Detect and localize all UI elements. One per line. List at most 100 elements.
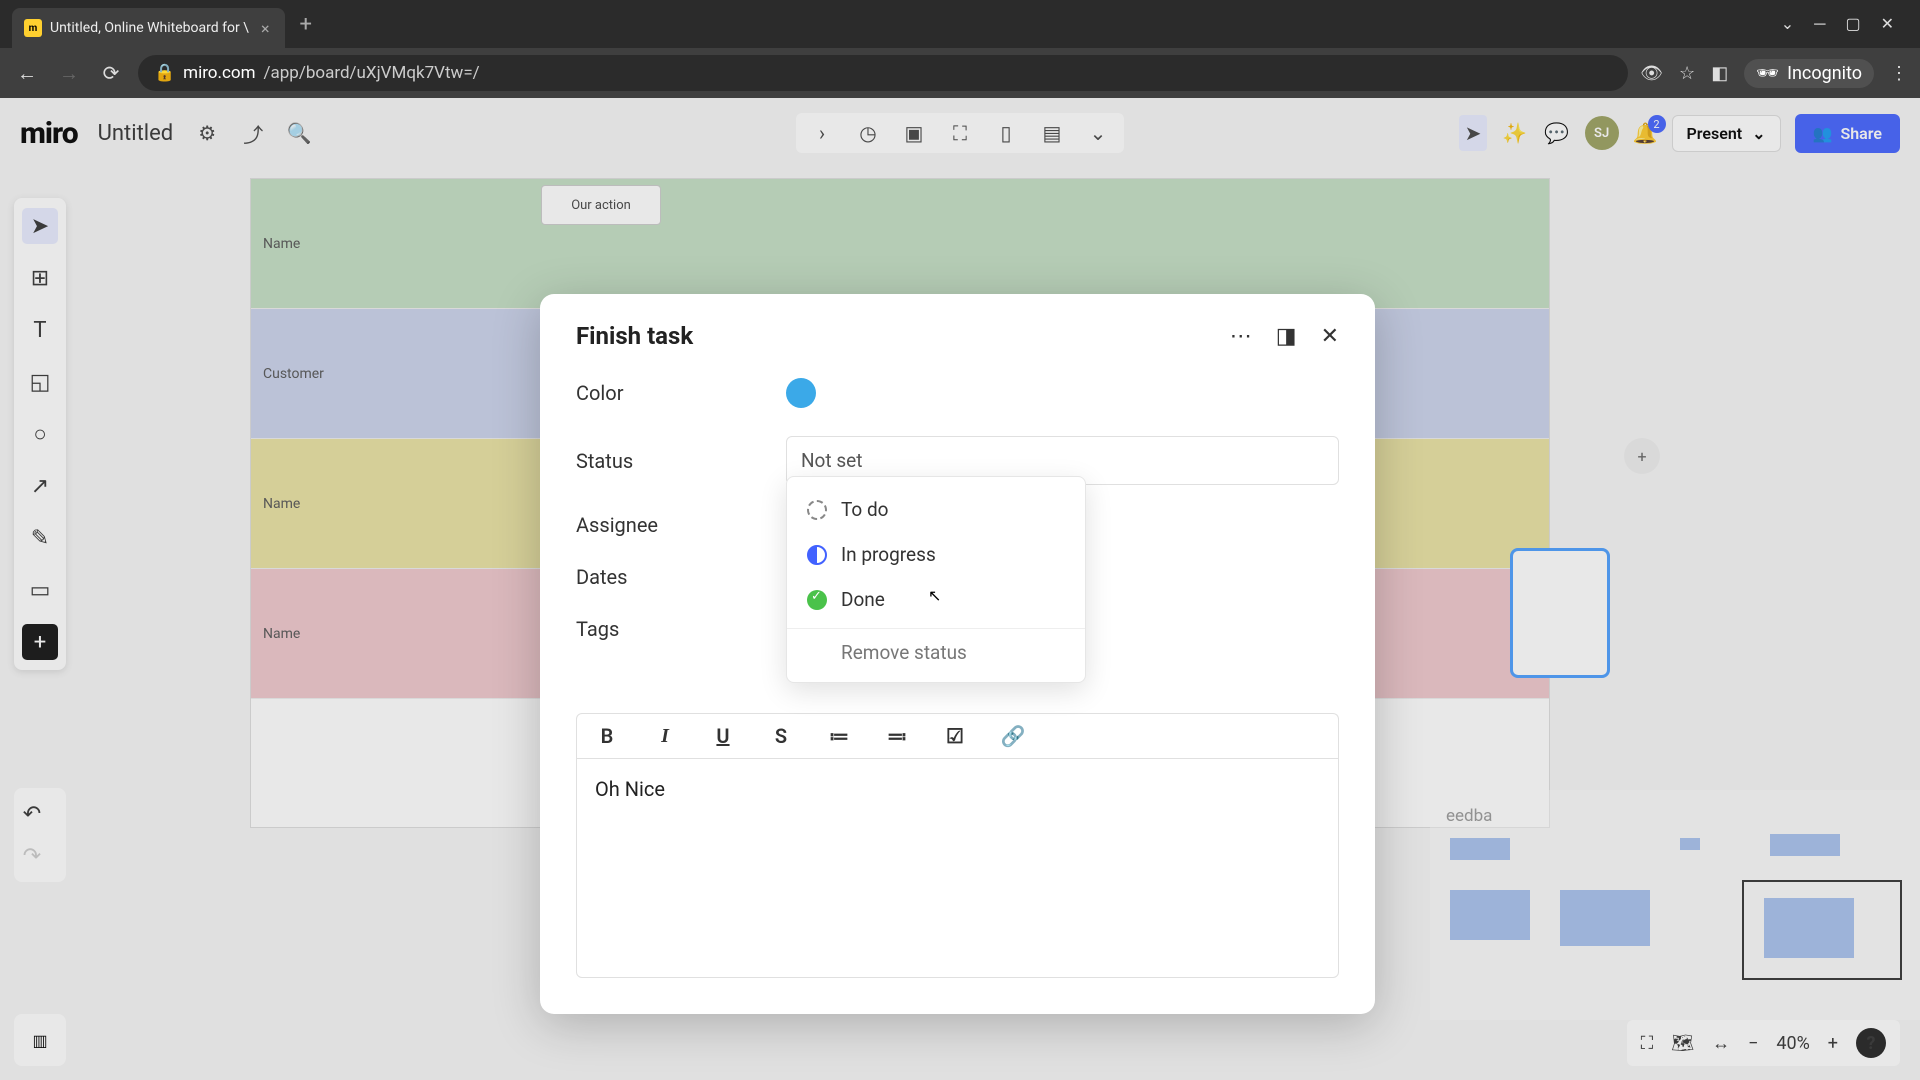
minimap[interactable]: eedba bbox=[1430, 790, 1920, 1020]
tab-title: Untitled, Online Whiteboard for \ bbox=[50, 20, 249, 36]
more-options-icon[interactable]: ⋯ bbox=[1230, 324, 1252, 349]
italic-button[interactable]: I bbox=[651, 725, 679, 748]
minimize-icon[interactable]: ─ bbox=[1814, 14, 1825, 34]
add-tool[interactable]: + bbox=[22, 624, 58, 660]
export-icon[interactable]: ⤴ bbox=[239, 119, 267, 148]
text-tool[interactable]: T bbox=[22, 312, 58, 348]
underline-button[interactable]: U bbox=[709, 724, 737, 748]
sidebar-toggle-icon[interactable]: ◨ bbox=[1276, 324, 1297, 349]
status-dropdown: To do In progress Done Remove status bbox=[786, 476, 1086, 683]
modal-title: Finish task bbox=[576, 322, 693, 350]
share-button[interactable]: 👥 Share bbox=[1795, 114, 1900, 153]
action-card[interactable]: Our action bbox=[541, 185, 661, 225]
notifications-button[interactable]: 🔔 2 bbox=[1633, 121, 1658, 145]
reload-icon[interactable]: ⟳ bbox=[96, 61, 126, 85]
assignee-field-label: Assignee bbox=[576, 513, 786, 537]
app-header: miro Untitled ⚙ ⤴ 🔍 › ◷ ▣ ⛶ ▯ ▤ ⌄ ➤ ✨ 💬 … bbox=[0, 98, 1920, 168]
task-modal: Finish task ⋯ ◨ ✕ Color Status Not set A… bbox=[540, 294, 1375, 1014]
browser-tab[interactable]: m Untitled, Online Whiteboard for \ × bbox=[12, 8, 285, 48]
arrow-tool[interactable]: ↗ bbox=[22, 468, 58, 504]
shape-tool[interactable]: ○ bbox=[22, 416, 58, 452]
close-window-icon[interactable]: ✕ bbox=[1881, 14, 1894, 34]
search-icon[interactable]: 🔍 bbox=[285, 121, 313, 145]
cursor-tool-icon[interactable]: ➤ bbox=[1459, 115, 1487, 151]
fullscreen-icon[interactable]: ⛶ bbox=[1641, 1033, 1654, 1054]
redo-button[interactable]: ↷ bbox=[14, 838, 50, 874]
tags-field-label: Tags bbox=[576, 617, 786, 641]
template-tool[interactable]: ⊞ bbox=[22, 260, 58, 296]
map-icon[interactable]: 🗺 bbox=[1671, 1033, 1694, 1054]
add-card-button[interactable]: + bbox=[1624, 438, 1660, 474]
url-path: /app/board/uXjVMqk7Vtw=/ bbox=[264, 63, 480, 83]
minimap-label: eedba bbox=[1446, 806, 1492, 826]
bookmark-star-icon[interactable]: ☆ bbox=[1679, 63, 1695, 84]
undo-redo-group: ↶ ↷ bbox=[14, 788, 66, 882]
checklist-button[interactable]: ☑ bbox=[941, 724, 969, 748]
minimap-viewport[interactable] bbox=[1742, 880, 1902, 980]
status-remove-option[interactable]: Remove status bbox=[787, 628, 1085, 672]
zoom-out-button[interactable]: − bbox=[1748, 1033, 1758, 1054]
incognito-label: Incognito bbox=[1787, 63, 1862, 84]
board-name[interactable]: Untitled bbox=[98, 121, 174, 146]
bold-button[interactable]: B bbox=[593, 724, 621, 748]
editor-toolbar: B I U S ≔ ≕ ☑ 🔗 bbox=[576, 713, 1339, 758]
chevron-down-icon[interactable]: ⌄ bbox=[1781, 14, 1794, 34]
extensions-icon[interactable]: ◧ bbox=[1711, 63, 1728, 84]
sticky-note-tool[interactable]: ◱ bbox=[22, 364, 58, 400]
focus-icon[interactable]: ⛶ bbox=[946, 121, 974, 145]
settings-icon[interactable]: ⚙ bbox=[193, 121, 221, 145]
window-controls: ⌄ ─ ▢ ✕ bbox=[1781, 14, 1912, 34]
card-icon[interactable]: ▯ bbox=[992, 121, 1020, 145]
link-button[interactable]: 🔗 bbox=[999, 724, 1027, 748]
maximize-icon[interactable]: ▢ bbox=[1845, 14, 1860, 34]
editor-textarea[interactable]: Oh Nice bbox=[576, 758, 1339, 978]
undo-button[interactable]: ↶ bbox=[14, 796, 50, 832]
incognito-icon: 🕶 bbox=[1756, 63, 1779, 84]
chevron-right-icon[interactable]: › bbox=[808, 121, 836, 145]
status-value: Not set bbox=[801, 449, 862, 472]
comment-icon[interactable]: 💬 bbox=[1543, 121, 1571, 145]
selected-card[interactable] bbox=[1510, 548, 1610, 678]
dates-field-label: Dates bbox=[576, 565, 786, 589]
url-domain: miro.com bbox=[183, 63, 255, 83]
zoom-in-button[interactable]: + bbox=[1828, 1033, 1838, 1054]
pen-tool[interactable]: ✎ bbox=[22, 520, 58, 556]
select-tool[interactable]: ➤ bbox=[22, 208, 58, 244]
url-bar[interactable]: 🔒 miro.com/app/board/uXjVMqk7Vtw=/ bbox=[138, 55, 1628, 91]
timer-icon[interactable]: ◷ bbox=[854, 121, 882, 145]
user-avatar[interactable]: SJ bbox=[1585, 116, 1619, 150]
miro-logo[interactable]: miro bbox=[20, 116, 78, 151]
doc-icon[interactable]: ▤ bbox=[1038, 121, 1066, 145]
numbered-list-button[interactable]: ≕ bbox=[883, 724, 911, 748]
lock-icon: 🔒 bbox=[154, 63, 175, 83]
status-option-todo[interactable]: To do bbox=[787, 487, 1085, 532]
panel-toggle-button[interactable]: ▥ bbox=[14, 1014, 66, 1066]
present-button[interactable]: Present ⌄ bbox=[1672, 115, 1781, 152]
kebab-menu-icon[interactable]: ⋮ bbox=[1890, 63, 1908, 84]
close-modal-icon[interactable]: ✕ bbox=[1321, 324, 1339, 349]
reactions-icon[interactable]: ✨ bbox=[1501, 121, 1529, 145]
color-swatch[interactable] bbox=[786, 378, 816, 408]
status-option-in-progress[interactable]: In progress bbox=[787, 532, 1085, 577]
notification-badge: 2 bbox=[1648, 115, 1666, 133]
new-tab-button[interactable]: + bbox=[285, 12, 325, 37]
bullet-list-button[interactable]: ≔ bbox=[825, 724, 853, 748]
strikethrough-button[interactable]: S bbox=[767, 724, 795, 748]
help-button[interactable]: ? bbox=[1856, 1028, 1886, 1058]
zoom-value[interactable]: 40% bbox=[1776, 1033, 1809, 1054]
mouse-cursor-icon: ↖ bbox=[928, 586, 941, 605]
comment-tool[interactable]: ▭ bbox=[22, 572, 58, 608]
more-chevron-icon[interactable]: ⌄ bbox=[1084, 121, 1112, 145]
fit-width-icon[interactable]: ↔ bbox=[1712, 1033, 1730, 1054]
tab-close-icon[interactable]: × bbox=[257, 19, 274, 38]
back-icon[interactable]: ← bbox=[12, 61, 42, 86]
left-toolbar: ➤ ⊞ T ◱ ○ ↗ ✎ ▭ + bbox=[14, 198, 66, 670]
zoom-controls: ⛶ 🗺 ↔ − 40% + ? bbox=[1627, 1020, 1900, 1066]
chevron-down-icon: ⌄ bbox=[1752, 124, 1765, 143]
screen-icon[interactable]: ▣ bbox=[900, 121, 928, 145]
eye-off-icon[interactable]: 👁 bbox=[1640, 63, 1663, 84]
swimlane-row[interactable]: Name bbox=[251, 179, 1549, 309]
forward-icon[interactable]: → bbox=[54, 61, 84, 86]
miro-favicon: m bbox=[24, 19, 42, 37]
incognito-indicator[interactable]: 🕶 Incognito bbox=[1744, 59, 1874, 88]
